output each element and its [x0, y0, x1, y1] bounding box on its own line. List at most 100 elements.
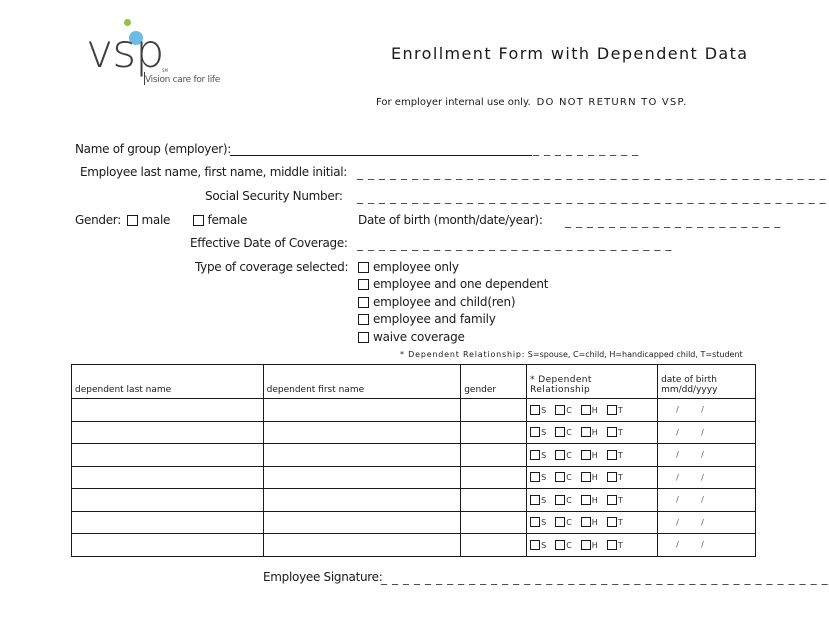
- checkbox[interactable]: [580, 494, 591, 505]
- group-name-field[interactable]: [230, 155, 532, 156]
- cell-last-name[interactable]: [71, 420, 264, 444]
- checkbox[interactable]: [580, 449, 591, 460]
- cell-gender[interactable]: [460, 443, 528, 467]
- cell-dob[interactable]: / /: [657, 510, 756, 534]
- cell-gender[interactable]: [460, 488, 528, 512]
- relationship-option-c[interactable]: C: [555, 539, 572, 550]
- relationship-option-h[interactable]: H: [580, 494, 598, 505]
- checkbox[interactable]: [606, 449, 617, 460]
- relationship-option-t[interactable]: T: [606, 449, 623, 460]
- checkbox[interactable]: [530, 539, 541, 550]
- checkbox[interactable]: [580, 472, 591, 483]
- ssn-field[interactable]: _ _ _ _ _ _ _ _ _ _ _ _ _ _ _ _ _ _ _ _ …: [357, 190, 829, 204]
- cell-gender[interactable]: [460, 510, 528, 534]
- relationship-option-h[interactable]: H: [580, 449, 598, 460]
- relationship-option-h[interactable]: H: [580, 539, 598, 550]
- cell-first-name[interactable]: [262, 533, 462, 557]
- relationship-option-c[interactable]: C: [555, 494, 572, 505]
- cell-first-name[interactable]: [262, 465, 462, 489]
- checkbox[interactable]: [606, 517, 617, 528]
- checkbox[interactable]: [555, 517, 566, 528]
- relationship-option-c[interactable]: C: [555, 517, 572, 528]
- cell-last-name[interactable]: [71, 533, 264, 557]
- effective-date-field[interactable]: _ _ _ _ _ _ _ _ _ _ _ _ _ _ _ _ _ _ _ _ …: [357, 237, 672, 251]
- cell-dob[interactable]: / /: [657, 443, 756, 467]
- relationship-option-s[interactable]: S: [530, 539, 546, 550]
- checkbox[interactable]: [555, 449, 566, 460]
- checkbox[interactable]: [530, 494, 541, 505]
- cell-last-name[interactable]: [71, 488, 264, 512]
- cell-dob[interactable]: / /: [657, 533, 756, 557]
- dob-field[interactable]: _ _ _ _ _ _ _ _ _ _ _ _ _ _ _ _ _ _ _ _: [565, 214, 781, 228]
- gender-option-male[interactable]: male: [127, 213, 170, 227]
- cell-first-name[interactable]: [262, 488, 462, 512]
- checkbox[interactable]: [555, 472, 566, 483]
- gender-option-female[interactable]: female: [193, 213, 247, 227]
- relationship-option-s[interactable]: S: [530, 494, 546, 505]
- relationship-option-t[interactable]: T: [606, 494, 623, 505]
- relationship-option-h[interactable]: H: [580, 427, 598, 438]
- checkbox[interactable]: [358, 262, 369, 273]
- cell-last-name[interactable]: [71, 465, 264, 489]
- checkbox[interactable]: [555, 404, 566, 415]
- signature-field[interactable]: _ _ _ _ _ _ _ _ _ _ _ _ _ _ _ _ _ _ _ _ …: [381, 571, 829, 585]
- cell-gender[interactable]: [460, 465, 528, 489]
- cell-last-name[interactable]: [71, 510, 264, 534]
- checkbox[interactable]: [580, 404, 591, 415]
- coverage-option-employee-children[interactable]: employee and child(ren): [358, 295, 516, 309]
- cell-gender[interactable]: [460, 398, 528, 422]
- checkbox[interactable]: [530, 517, 541, 528]
- checkbox[interactable]: [580, 517, 591, 528]
- relationship-option-c[interactable]: C: [555, 472, 572, 483]
- checkbox[interactable]: [530, 404, 541, 415]
- cell-first-name[interactable]: [262, 443, 462, 467]
- relationship-option-h[interactable]: H: [580, 404, 598, 415]
- checkbox[interactable]: [580, 539, 591, 550]
- cell-dob[interactable]: / /: [657, 420, 756, 444]
- relationship-option-h[interactable]: H: [580, 472, 598, 483]
- relationship-option-s[interactable]: S: [530, 472, 546, 483]
- coverage-option-employee-only[interactable]: employee only: [358, 260, 459, 274]
- relationship-option-t[interactable]: T: [606, 472, 623, 483]
- cell-last-name[interactable]: [71, 443, 264, 467]
- checkbox[interactable]: [606, 427, 617, 438]
- checkbox[interactable]: [606, 494, 617, 505]
- cell-first-name[interactable]: [262, 398, 462, 422]
- checkbox[interactable]: [530, 449, 541, 460]
- relationship-option-s[interactable]: S: [530, 427, 546, 438]
- checkbox[interactable]: [606, 472, 617, 483]
- checkbox[interactable]: [555, 494, 566, 505]
- coverage-option-employee-family[interactable]: employee and family: [358, 312, 496, 326]
- female-checkbox[interactable]: [193, 215, 204, 226]
- cell-gender[interactable]: [460, 420, 528, 444]
- relationship-option-c[interactable]: C: [555, 449, 572, 460]
- cell-dob[interactable]: / /: [657, 398, 756, 422]
- relationship-option-t[interactable]: T: [606, 404, 623, 415]
- checkbox[interactable]: [530, 427, 541, 438]
- cell-dob[interactable]: / /: [657, 488, 756, 512]
- checkbox[interactable]: [580, 427, 591, 438]
- relationship-option-h[interactable]: H: [580, 517, 598, 528]
- cell-gender[interactable]: [460, 533, 528, 557]
- relationship-option-s[interactable]: S: [530, 449, 546, 460]
- relationship-option-c[interactable]: C: [555, 404, 572, 415]
- checkbox[interactable]: [530, 472, 541, 483]
- relationship-option-c[interactable]: C: [555, 427, 572, 438]
- cell-last-name[interactable]: [71, 398, 264, 422]
- checkbox[interactable]: [358, 297, 369, 308]
- coverage-option-employee-one-dependent[interactable]: employee and one dependent: [358, 277, 549, 291]
- relationship-option-s[interactable]: S: [530, 404, 546, 415]
- male-checkbox[interactable]: [127, 215, 138, 226]
- coverage-option-waive[interactable]: waive coverage: [358, 330, 465, 344]
- relationship-option-t[interactable]: T: [606, 427, 623, 438]
- checkbox[interactable]: [606, 404, 617, 415]
- checkbox[interactable]: [555, 427, 566, 438]
- checkbox[interactable]: [555, 539, 566, 550]
- cell-dob[interactable]: / /: [657, 465, 756, 489]
- employee-name-field[interactable]: _ _ _ _ _ _ _ _ _ _ _ _ _ _ _ _ _ _ _ _ …: [357, 166, 829, 180]
- relationship-option-t[interactable]: T: [606, 517, 623, 528]
- relationship-option-t[interactable]: T: [606, 539, 623, 550]
- checkbox[interactable]: [358, 332, 369, 343]
- checkbox[interactable]: [358, 279, 369, 290]
- checkbox[interactable]: [606, 539, 617, 550]
